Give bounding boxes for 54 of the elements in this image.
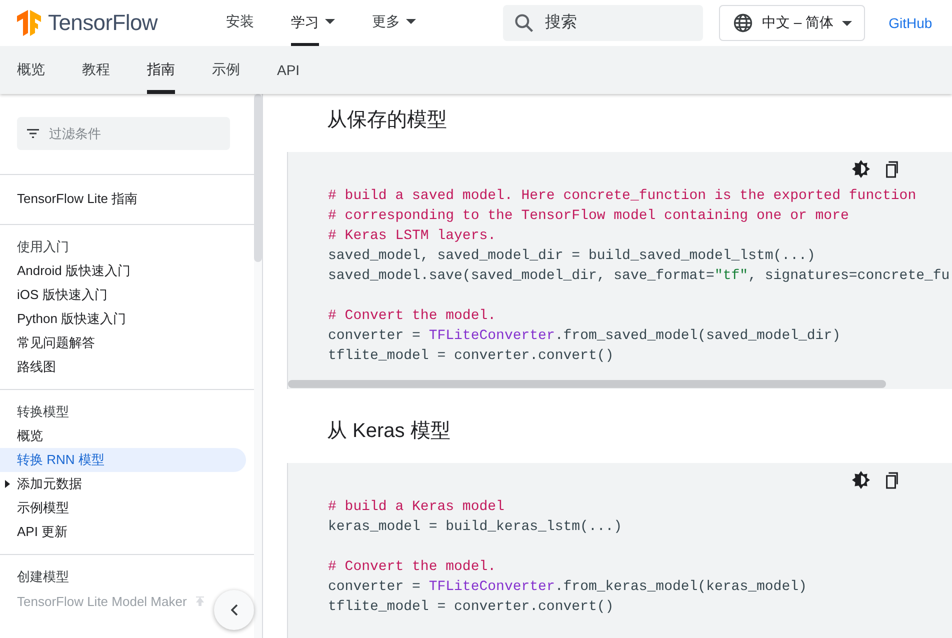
code-line: saved_model.save(saved_model_dir, save_format="tf", signatures=concrete_fu	[328, 267, 950, 286]
code-line: tflite_model = converter.convert()	[328, 347, 614, 366]
chevron-left-icon	[230, 604, 238, 616]
section-title: 从保存的模型	[327, 108, 448, 133]
code-line: # build a saved model. Here concrete_function is the exported function	[328, 187, 916, 206]
code-line: saved_model, saved_model_dir = build_saved_model_lstm(...)	[328, 247, 816, 266]
copy-icon[interactable]	[884, 160, 899, 178]
tab[interactable]: 指南	[147, 46, 175, 94]
code-line: # Keras LSTM layers.	[328, 227, 496, 246]
section-heading[interactable]: 使用入门	[0, 235, 246, 259]
sidebar-item[interactable]: API 更新	[0, 520, 246, 544]
scrollbar[interactable]	[254, 94, 262, 638]
tab[interactable]: 教程	[82, 46, 110, 94]
globe-icon	[732, 12, 754, 34]
sidebar-item[interactable]: 概览	[0, 424, 246, 448]
search-field[interactable]: 搜索	[503, 5, 703, 41]
section-heading[interactable]: 创建模型	[0, 565, 246, 589]
section-title: 从 Keras 模型	[327, 419, 452, 444]
pin-icon	[194, 596, 205, 606]
sidebar-item[interactable]: TensorFlow Lite 指南	[0, 187, 246, 211]
section-heading[interactable]: 转换模型	[0, 400, 246, 424]
tab[interactable]: API	[277, 46, 300, 94]
code-line: # Convert the model.	[328, 307, 496, 326]
code-line: tflite_model = converter.convert()	[328, 598, 614, 617]
sidebar-item[interactable]: Python 版快速入门	[0, 307, 246, 331]
code-line: # corresponding to the TensorFlow model containing one or more	[328, 207, 849, 226]
caret-icon	[842, 20, 852, 26]
code-line: keras_model = build_keras_lstm(...)	[328, 518, 622, 537]
code-line: # Convert the model.	[328, 558, 496, 577]
sidebar-item[interactable]: iOS 版快速入门	[0, 283, 246, 307]
sidebar-item[interactable]: 转换 RNN 模型	[0, 448, 246, 472]
expand-arrow-icon	[5, 480, 10, 488]
theme-toggle-icon[interactable]	[852, 160, 870, 178]
sidebar-item[interactable]: 示例模型	[0, 496, 246, 520]
sidebar-item[interactable]: 常见问题解答	[0, 331, 246, 355]
horizontal-scrollbar[interactable]	[288, 380, 886, 388]
code-line: converter = TFLiteConverter.from_saved_model(saved_model_dir)	[328, 327, 841, 346]
sidebar-item[interactable]: 添加元数据	[0, 472, 246, 496]
scrollbar-thumb[interactable]	[254, 94, 262, 262]
code-line: # build a Keras model	[328, 498, 504, 517]
github-link[interactable]: GitHub	[888, 15, 932, 31]
language-button[interactable]: 中文 – 简体	[719, 5, 865, 41]
nav-link[interactable]: 安装	[226, 0, 266, 46]
copy-icon[interactable]	[884, 472, 899, 488]
logo-icon	[17, 10, 41, 36]
tab[interactable]: 示例	[212, 46, 240, 94]
filter-field[interactable]: 过滤条件	[17, 117, 230, 150]
sidebar-item[interactable]: Android 版快速入门	[0, 259, 246, 283]
logo-text[interactable]: TensorFlow	[48, 10, 158, 36]
sidebar-item[interactable]: 路线图	[0, 355, 246, 379]
tab[interactable]: 概览	[17, 46, 45, 94]
nav-link[interactable]: 更多	[372, 0, 428, 46]
code-line: converter = TFLiteConverter.from_keras_model(keras_model)	[328, 578, 807, 597]
theme-toggle-icon[interactable]	[852, 471, 870, 489]
